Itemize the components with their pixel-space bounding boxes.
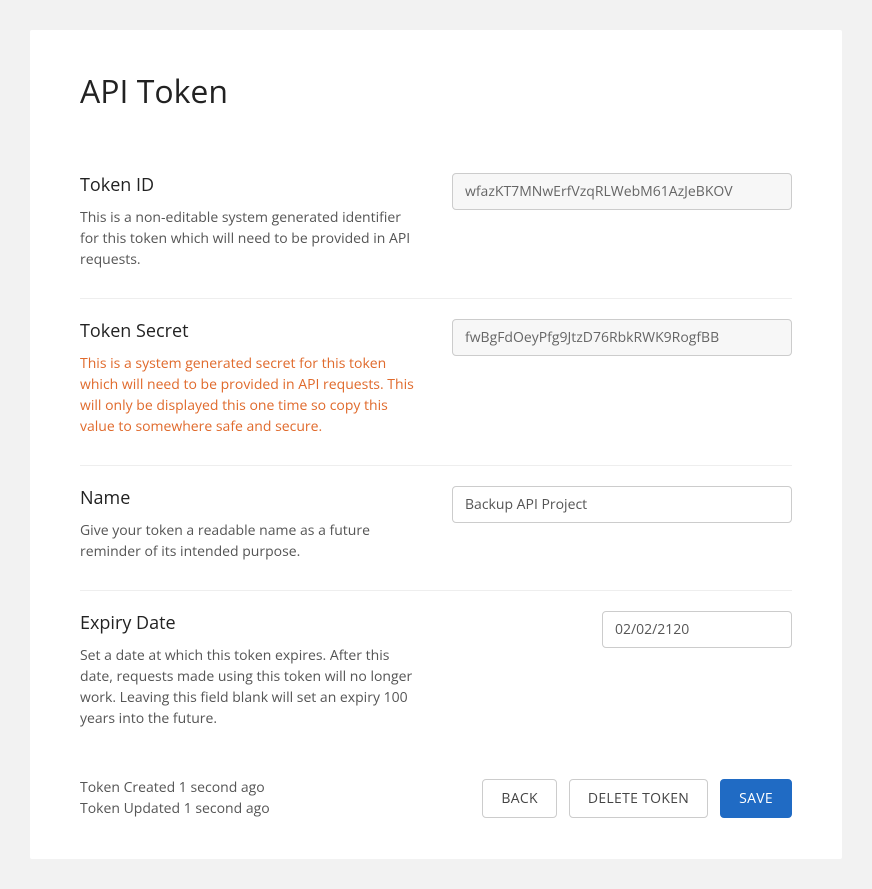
- token-created: Token Created 1 second ago: [80, 777, 270, 798]
- token-updated: Token Updated 1 second ago: [80, 798, 270, 819]
- field-token-id: Token ID This is a non-editable system g…: [80, 153, 792, 299]
- token-id-input: [452, 173, 792, 210]
- name-label: Name: [80, 486, 422, 510]
- name-help: Give your token a readable name as a fut…: [80, 520, 422, 562]
- expiry-label: Expiry Date: [80, 611, 422, 635]
- field-expiry: Expiry Date Set a date at which this tok…: [80, 591, 792, 757]
- expiry-help: Set a date at which this token expires. …: [80, 645, 422, 729]
- expiry-input[interactable]: [602, 611, 792, 648]
- token-meta: Token Created 1 second ago Token Updated…: [80, 777, 270, 819]
- token-secret-input: [452, 319, 792, 356]
- back-button[interactable]: BACK: [482, 779, 557, 818]
- token-id-help: This is a non-editable system generated …: [80, 207, 422, 270]
- page-title: API Token: [80, 70, 792, 113]
- api-token-form: API Token Token ID This is a non-editabl…: [30, 30, 842, 859]
- field-token-secret: Token Secret This is a system generated …: [80, 299, 792, 466]
- form-footer: Token Created 1 second ago Token Updated…: [80, 757, 792, 819]
- delete-token-button[interactable]: DELETE TOKEN: [569, 779, 708, 818]
- token-secret-label: Token Secret: [80, 319, 422, 343]
- save-button[interactable]: SAVE: [720, 779, 792, 818]
- name-input[interactable]: [452, 486, 792, 523]
- field-name: Name Give your token a readable name as …: [80, 466, 792, 591]
- token-id-label: Token ID: [80, 173, 422, 197]
- button-group: BACK DELETE TOKEN SAVE: [482, 779, 792, 818]
- token-secret-help: This is a system generated secret for th…: [80, 353, 422, 437]
